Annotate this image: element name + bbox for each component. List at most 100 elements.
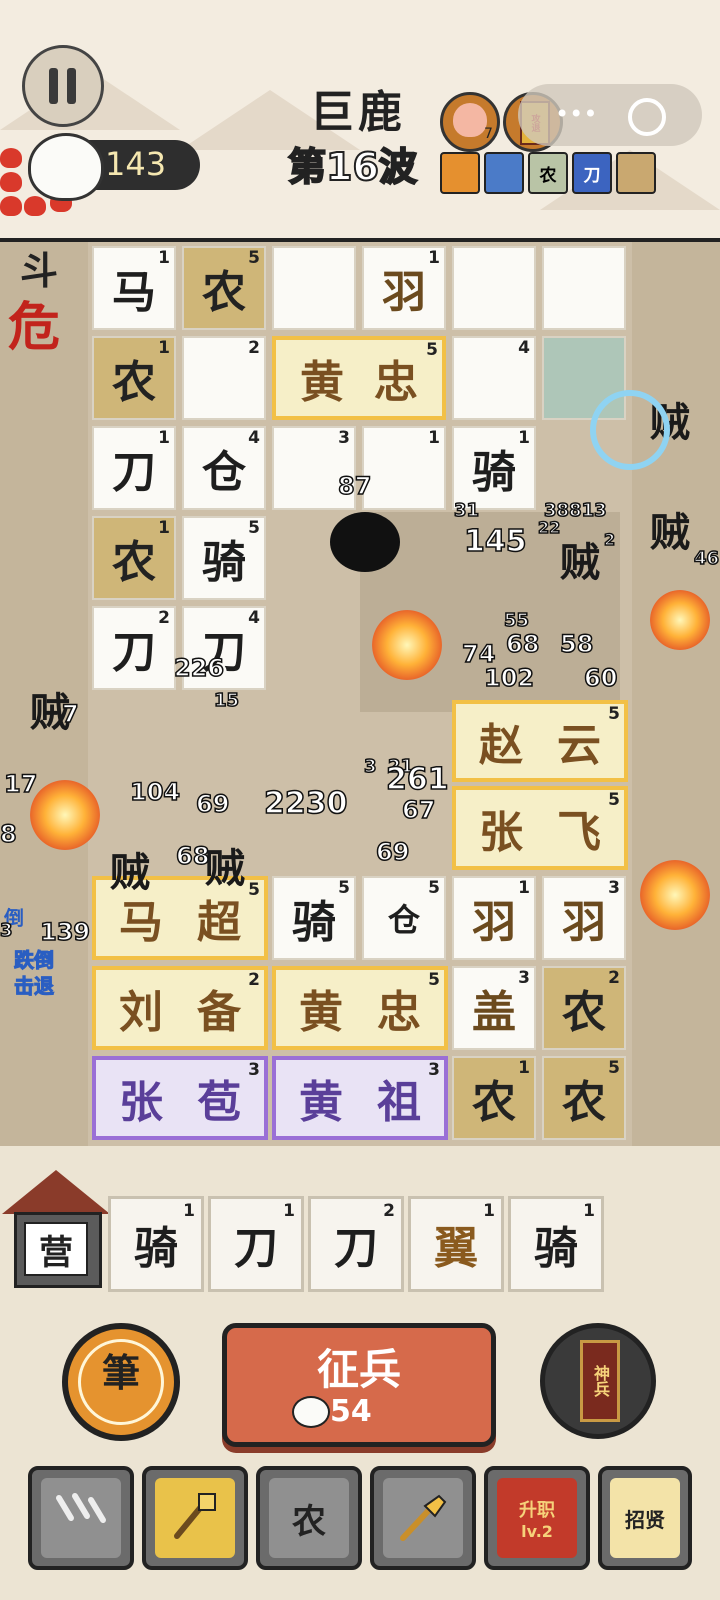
- hero-name-left: 赵: [479, 720, 523, 771]
- unit-cell[interactable]: 羽1: [362, 246, 446, 330]
- damage-number: 69: [195, 789, 230, 819]
- unit-cell[interactable]: 农2: [542, 966, 626, 1050]
- hero-zhangbao[interactable]: 张苞3: [92, 1056, 268, 1140]
- hero-name-right: 祖: [377, 1077, 421, 1128]
- unit-level: 5: [248, 248, 260, 268]
- bench-slot[interactable]: 翼1: [408, 1196, 504, 1292]
- hire-talent-button[interactable]: 招贤: [598, 1466, 692, 1570]
- unit-level: 5: [338, 878, 350, 898]
- bow-unit-cell[interactable]: 1: [362, 426, 446, 510]
- unit-label: 农: [562, 987, 606, 1038]
- damage-number: 2230: [263, 785, 348, 822]
- hire-label: 招贤: [610, 1478, 680, 1558]
- unit-cell[interactable]: 刀2: [92, 606, 176, 690]
- bench-unit-label: 骑: [534, 1223, 578, 1274]
- bench-slot[interactable]: 刀2: [308, 1196, 404, 1292]
- bow-unit-cell[interactable]: 4: [452, 336, 536, 420]
- peach-item-button[interactable]: [440, 92, 500, 152]
- unit-cell[interactable]: 农1: [92, 516, 176, 600]
- unit-cell[interactable]: 骑1: [452, 426, 536, 510]
- unit-cell[interactable]: 仓5: [362, 876, 446, 960]
- hero-level: 5: [248, 880, 260, 900]
- unit-label: 仓: [387, 901, 420, 939]
- bench-unit-label: 骑: [134, 1223, 178, 1274]
- bench-slot[interactable]: 刀1: [208, 1196, 304, 1292]
- arrow-rain-tool-button[interactable]: [28, 1466, 134, 1570]
- unit-cell[interactable]: 农5: [542, 1056, 626, 1140]
- hero-huangzhong-top[interactable]: 黄忠5: [272, 336, 446, 420]
- unit-level: 1: [428, 248, 440, 268]
- buff-slot-3[interactable]: 农: [528, 152, 568, 194]
- hero-name-left: 黄: [300, 357, 344, 408]
- hero-name-left: 张: [119, 1077, 163, 1128]
- unit-cell[interactable]: 仓4: [182, 426, 266, 510]
- unit-cell[interactable]: 羽1: [452, 876, 536, 960]
- bench-unit-level: 1: [183, 1201, 195, 1221]
- shovel-tool-button[interactable]: [370, 1466, 476, 1570]
- unit-label: 马: [112, 267, 156, 318]
- divine-weapon-label: 神兵: [580, 1340, 620, 1422]
- empty-cell[interactable]: [452, 246, 536, 330]
- hero-huangzu[interactable]: 黄祖3: [272, 1056, 448, 1140]
- enemy-bandit: 贼: [110, 850, 150, 896]
- peach-icon: [453, 103, 487, 137]
- unit-label: 骑: [292, 897, 336, 948]
- hero-zhaoyun[interactable]: 赵云5: [452, 700, 628, 782]
- unit-cell[interactable]: 盖3: [452, 966, 536, 1050]
- bench-unit-level: 1: [583, 1201, 595, 1221]
- empty-cell[interactable]: [272, 246, 356, 330]
- bench-unit-level: 2: [383, 1201, 395, 1221]
- hero-name-right: 云: [557, 720, 601, 771]
- buff-slot-4[interactable]: 刀: [572, 152, 612, 194]
- farm-tool-button[interactable]: 农: [256, 1466, 362, 1570]
- heart-icon: [24, 196, 46, 216]
- hero-name-right: 忠: [374, 357, 418, 408]
- unit-cell[interactable]: 农1: [452, 1056, 536, 1140]
- more-menu-icon[interactable]: •••: [555, 100, 597, 128]
- hero-name-right: 超: [197, 897, 241, 948]
- danger-indicator-top: 斗: [20, 249, 59, 293]
- unit-cell[interactable]: 骑5: [272, 876, 356, 960]
- unit-level: 1: [518, 1058, 530, 1078]
- unit-cell[interactable]: 羽3: [542, 876, 626, 960]
- damage-number: 31: [453, 499, 480, 522]
- heart-icon: [0, 148, 22, 168]
- unit-level: 4: [248, 428, 260, 448]
- bench-slot[interactable]: 骑1: [108, 1196, 204, 1292]
- unit-level: 1: [158, 248, 170, 268]
- right-path: [632, 242, 720, 1146]
- bench-slot[interactable]: 骑1: [508, 1196, 604, 1292]
- promote-button[interactable]: 升职 lv.2: [484, 1466, 590, 1570]
- unit-cell[interactable]: 马1: [92, 246, 176, 330]
- mini-program-capsule[interactable]: [518, 84, 702, 146]
- hero-name-right: 忠: [377, 987, 421, 1038]
- damage-number: 7: [61, 699, 79, 729]
- hero-huangzhong[interactable]: 黄忠5: [272, 966, 448, 1050]
- unit-cell[interactable]: 农1: [92, 336, 176, 420]
- steamed-bun-icon: [292, 1396, 330, 1428]
- damage-number: 8: [0, 819, 17, 849]
- hero-zhangfei[interactable]: 张飞5: [452, 786, 628, 870]
- hero-level: 5: [608, 790, 620, 810]
- unit-cell[interactable]: 农5: [182, 246, 266, 330]
- unit-cell[interactable]: 骑5: [182, 516, 266, 600]
- hero-level: 2: [248, 970, 260, 990]
- bow-unit-cell[interactable]: 2: [182, 336, 266, 420]
- close-miniprogram-icon[interactable]: [628, 98, 666, 136]
- damage-number: 2: [603, 529, 616, 550]
- unit-label: 农: [112, 537, 156, 588]
- pause-button[interactable]: [22, 45, 104, 127]
- damage-number: 261: [385, 761, 449, 798]
- buff-slot-5[interactable]: [616, 152, 656, 194]
- hero-liubei[interactable]: 刘备2: [92, 966, 268, 1050]
- hero-name-left: 张: [479, 807, 523, 858]
- unit-cell[interactable]: 刀1: [92, 426, 176, 510]
- buff-slot-1[interactable]: [440, 152, 480, 194]
- treasure-dig-tool-button[interactable]: [142, 1466, 248, 1570]
- empty-cell[interactable]: [542, 246, 626, 330]
- buff-slot-2[interactable]: [484, 152, 524, 194]
- hero-name-left: 黄: [299, 1077, 343, 1128]
- hero-level: 5: [426, 340, 438, 360]
- unit-label: 农: [112, 357, 156, 408]
- damage-number: 22: [537, 517, 561, 538]
